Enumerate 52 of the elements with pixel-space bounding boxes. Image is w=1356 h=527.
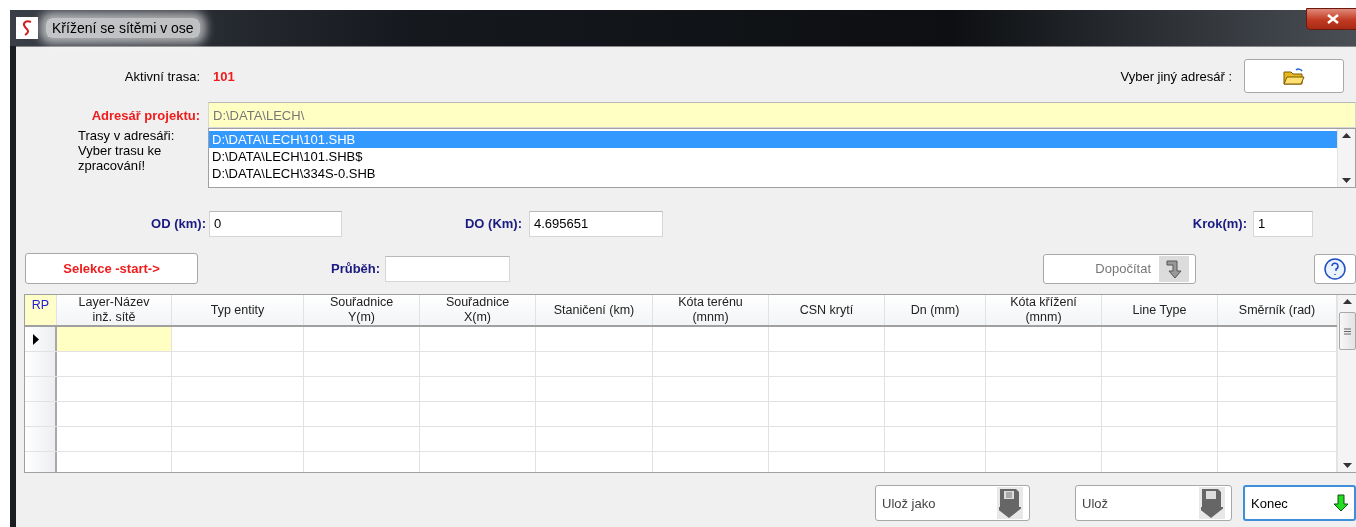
save-button[interactable]: Ulož [1075,485,1232,521]
choose-dir-label: Vyber jiný adresář : [1120,68,1232,84]
krok-field[interactable]: 1 [1253,210,1313,237]
column-header[interactable]: Souřadnice X(m) [420,295,536,325]
od-label: OD (km): [150,216,206,231]
column-header[interactable]: Kóta terénu (mnm) [653,295,769,325]
progress-field[interactable] [385,255,511,282]
routes-label: Trasy v adresáři: Vyber trasu ke zpracování! [78,128,176,173]
save-as-button[interactable]: Ulož jako [875,485,1030,521]
routes-listbox[interactable]: D:\DATA\LECH\101.SHB D:\DATA\LECH\101.SHB$ D:\DATA\LECH\334S-0.SHB [208,128,1356,188]
column-header[interactable]: CSN krytí [769,295,885,325]
down-arrow-icon [1334,494,1348,512]
column-header[interactable]: Layer-Název inž. sítě [57,295,172,325]
scroll-down-icon[interactable] [1342,178,1351,183]
project-dir-label: Adresář projektu: [90,107,200,123]
column-header[interactable]: Dn (mm) [885,295,986,325]
column-header[interactable]: Souřadnice Y(m) [304,295,420,325]
window-title: Křížení se sítěmi v ose [46,18,200,38]
active-route-label: Aktivní trasa: [123,68,200,84]
turn-down-arrow-icon [1165,258,1183,279]
table-cell[interactable] [57,327,172,351]
scroll-up-icon[interactable] [1342,133,1351,138]
close-icon [1327,14,1339,24]
column-header[interactable]: Line Type [1102,295,1218,325]
column-header[interactable]: Typ entity [172,295,304,325]
od-field[interactable]: 0 [209,210,342,237]
scroll-thumb[interactable] [1338,312,1356,350]
scroll-up-icon[interactable] [1342,299,1352,304]
column-header[interactable]: Kóta křížení (mnm) [986,295,1102,325]
krok-label: Krok(m): [1192,216,1247,231]
floppy-lines-icon [999,488,1021,518]
do-label: DO (Km): [463,216,522,231]
column-header[interactable]: Staničení (km) [536,295,653,325]
project-dir-field[interactable]: D:\DATA\LECH\ [208,102,1356,128]
grip-icon [1343,327,1351,335]
exit-button[interactable]: Konec [1243,485,1356,521]
help-button[interactable] [1314,253,1356,284]
help-icon [1323,256,1347,281]
selection-start-button[interactable]: Selekce -start-> [25,253,198,284]
progress-label: Průběh: [331,261,381,276]
do-field[interactable]: 4.695651 [529,210,663,237]
active-route-value: 101 [213,68,235,84]
close-button[interactable] [1306,8,1356,30]
floppy-icon [1201,488,1223,518]
app-logo-icon [16,17,38,39]
column-header[interactable]: RP [25,295,57,325]
route-item[interactable]: D:\DATA\LECH\334S-0.SHB [209,165,1337,182]
scroll-down-icon[interactable] [1342,463,1352,468]
folder-icon [1283,66,1305,86]
open-folder-button[interactable] [1244,59,1344,93]
route-item[interactable]: D:\DATA\LECH\101.SHB$ [209,148,1337,165]
current-row-icon [33,333,39,345]
